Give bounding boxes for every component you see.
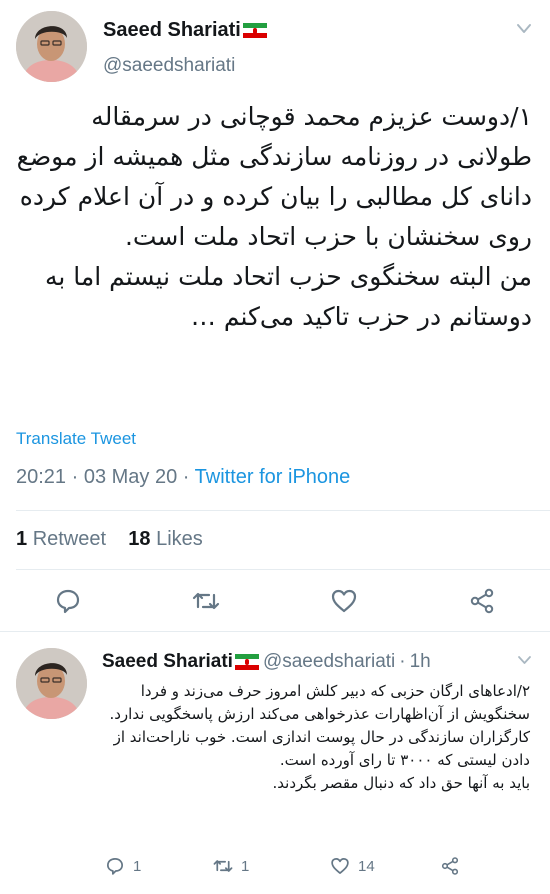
reply-icon [56,589,80,614]
reply-icon [107,858,123,875]
share-icon [470,588,494,614]
reply-time-ago[interactable]: 1h [410,651,431,673]
tweet-date: 03 May 20 [83,466,178,488]
author-handle[interactable]: @saeedshariati [103,55,235,77]
like-count: 14 [358,857,375,875]
avatar[interactable] [16,11,87,82]
share-icon [441,857,459,875]
retweet-icon [213,860,233,872]
reply-tweet-text: ۲/ادعاهای ارگان حزبی که دبیر کلش امروز ح… [109,682,530,792]
meta-separator: · [71,466,84,488]
reply-count: 1 [133,857,142,875]
tweet-separator [0,631,550,632]
share-button[interactable] [440,856,468,876]
likes-stat[interactable]: 18 Likes [128,528,203,550]
like-label: Likes [156,528,203,550]
chevron-down-icon[interactable] [517,654,532,666]
avatar[interactable] [16,648,87,719]
author-name-row[interactable]: Saeed Shariati [103,19,267,42]
retweet-count: 1 [16,528,28,550]
like-count: 18 [128,528,151,550]
meta-separator: · [399,651,406,672]
reply-button[interactable]: 1 [105,856,141,876]
like-icon [331,589,357,613]
reply-display-name[interactable]: Saeed Shariati [102,651,233,673]
reply-author-row[interactable]: Saeed Shariati @saeedshariati · 1h [102,651,431,673]
like-button[interactable]: 14 [330,856,375,876]
author-display-name[interactable]: Saeed Shariati [103,19,241,42]
retweet-icon [192,592,220,610]
share-button[interactable] [468,587,496,615]
divider [16,569,550,570]
reply-button[interactable] [54,587,82,615]
tweet-time: 20:21 [16,466,67,488]
tweet-text: ۱/دوست عزیزم محمد قوچانی در سرمقاله طولا… [16,102,532,331]
tweet-source-link[interactable]: Twitter for iPhone [195,466,351,488]
iran-flag-icon [242,22,267,39]
divider [16,510,550,511]
retweet-button[interactable]: 1 [213,856,249,876]
main-tweet: Saeed Shariati @saeedshariati ۱/دوست عزی… [0,0,550,632]
retweet-count: 1 [241,857,250,875]
retweet-button[interactable] [192,587,220,615]
tweet-metadata: 20:21 · 03 May 20 · Twitter for iPhone [16,466,350,489]
reply-handle[interactable]: @saeedshariati [263,651,395,673]
meta-separator: · [182,466,195,488]
avatar-photo [16,648,87,719]
chevron-down-icon[interactable] [516,22,532,36]
retweet-label: Retweet [32,528,107,550]
like-icon [331,858,349,874]
avatar-photo [16,11,87,82]
retweets-stat[interactable]: 1 Retweet [16,528,106,550]
engagement-stats: 1 Retweet 18 Likes [16,528,203,551]
like-button[interactable] [330,587,358,615]
iran-flag-icon [234,654,259,670]
translate-tweet-link[interactable]: Translate Tweet [16,429,136,449]
